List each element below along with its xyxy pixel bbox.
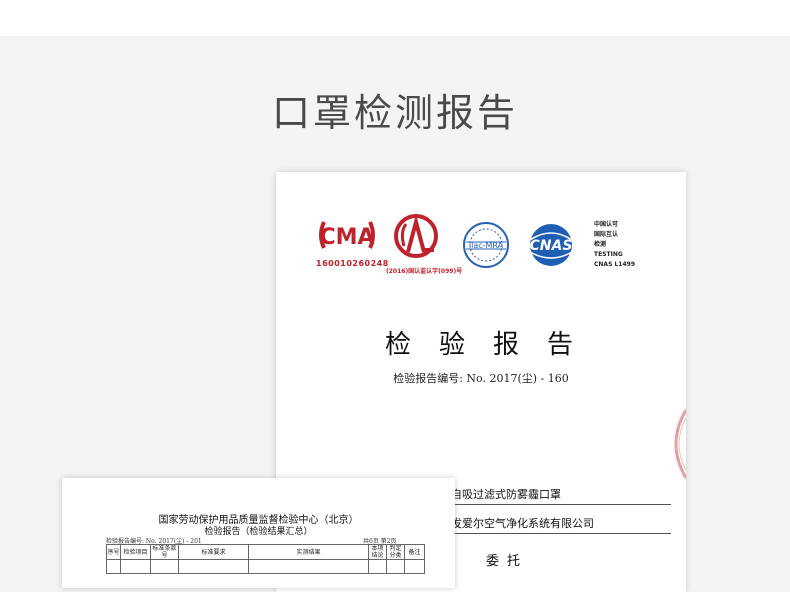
- cnas-side-line: 国际互认: [594, 231, 619, 238]
- cma-logo-text: CMA: [319, 225, 374, 250]
- page-title: 口罩检测报告: [271, 91, 518, 135]
- table-row: [106, 559, 425, 574]
- cnas-side-text: 中国认可 国际互认 检测 TESTING CNAS L1499: [594, 220, 635, 270]
- table-header-cell: 实测结果: [248, 544, 369, 560]
- cal-caption: (2016)国认监认字(099)号: [386, 268, 463, 275]
- cnas-logo-text: CNAS: [530, 238, 573, 254]
- table-header-row: 序号 检验项目 标准条款号 标准要求 实测结果 本项结论 判定分类 备注: [106, 544, 425, 560]
- cnas-side-line: 中国认可: [594, 221, 619, 228]
- cnas-side-line: TESTING: [594, 251, 623, 258]
- inspection-type: 委托: [486, 554, 529, 569]
- table-header-cell: 本项结论: [368, 544, 387, 560]
- red-stamp: [664, 408, 688, 484]
- summary-report-document: 国家劳动保护用品质量监督检验中心（北京） 检验报告（检验结果汇总） 检验报告编号…: [62, 478, 455, 588]
- summary-table: 序号 检验项目 标准条款号 标准要求 实测结果 本项结论 判定分类 备注: [106, 544, 425, 574]
- top-band: [0, 0, 790, 36]
- report-heading: 检验报告: [384, 330, 601, 360]
- table-header-cell: 备注: [404, 544, 425, 560]
- table-header-cell: 标准要求: [178, 544, 249, 560]
- cma-number: 160010260248: [316, 259, 389, 268]
- product-name: 自吸过滤式防雾霾口罩: [451, 486, 671, 505]
- table-header-cell: 序号: [106, 544, 121, 560]
- report-number: 检验报告编号: No. 2017(尘) - 160: [393, 372, 569, 385]
- ilac-mra-logo: ilac-MRA: [460, 220, 512, 270]
- table-header-cell: 标准条款号: [150, 544, 179, 560]
- table-header-cell: 判定分类: [386, 544, 405, 560]
- cnas-side-line: 检测: [594, 241, 607, 248]
- company-name: 发爱尔空气净化系统有限公司: [451, 515, 671, 534]
- table-header-cell: 检验项目: [120, 544, 151, 560]
- cma-logo: CMA: [316, 216, 378, 254]
- cnas-side-line: CNAS L1499: [594, 261, 636, 268]
- cnas-logo: CNAS: [522, 222, 580, 268]
- ilac-logo-text: ilac-MRA: [469, 241, 504, 250]
- cal-logo: [392, 212, 440, 264]
